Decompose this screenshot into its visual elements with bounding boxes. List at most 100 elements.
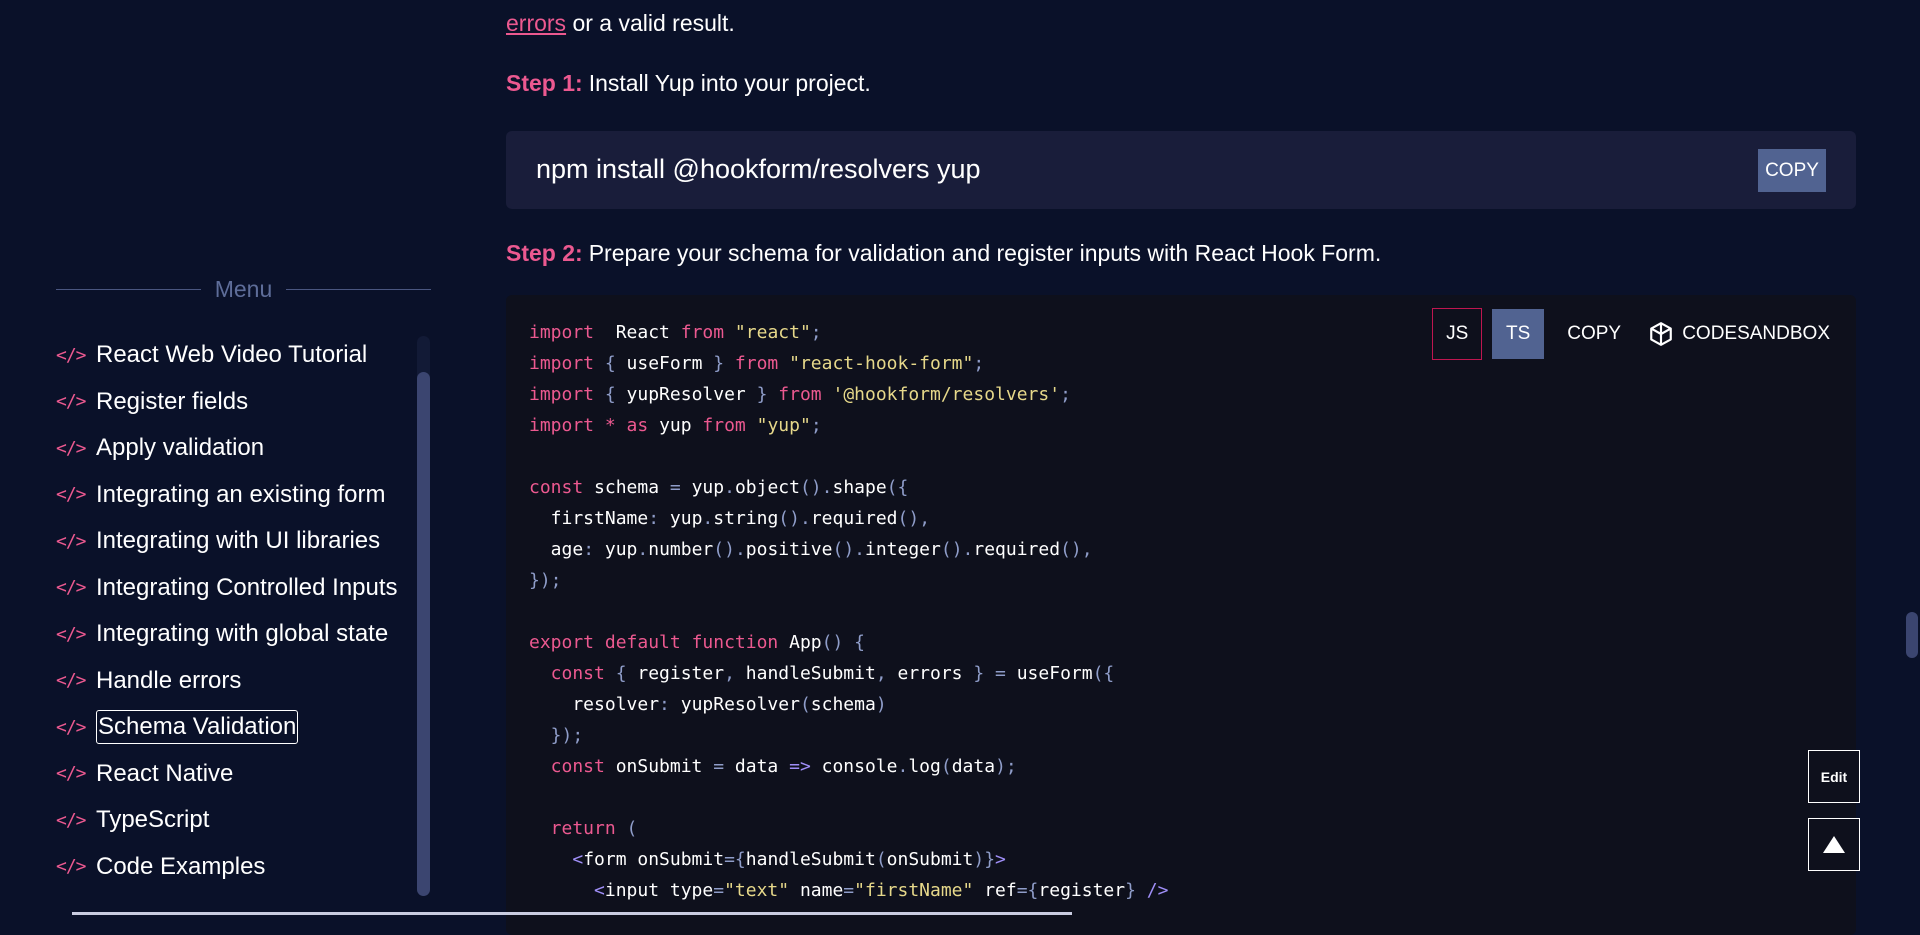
code-token: ({ <box>886 477 909 498</box>
code-block: import React from "react"; import { useFo… <box>506 295 1856 935</box>
codesandbox-label: CODESANDBOX <box>1682 323 1830 344</box>
code-token: string <box>713 508 779 529</box>
code-token: data <box>951 756 996 777</box>
code-token: register <box>637 663 725 684</box>
menu-rule-right <box>286 288 432 290</box>
code-token: onSubmit <box>886 849 974 870</box>
code-token: required <box>973 539 1061 560</box>
sidebar-item[interactable]: </> React Native <box>56 751 416 798</box>
code-line: <form onSubmit={handleSubmit(onSubmit)}> <box>529 844 1168 875</box>
step-2-text: Prepare your schema for validation and r… <box>588 240 1382 266</box>
code-icon: </> <box>56 437 87 459</box>
code-token: )} <box>973 849 996 870</box>
sidebar-item-label: React Native <box>96 759 234 787</box>
js-tab[interactable]: JS <box>1432 308 1483 360</box>
code-line: resolver: yupResolver(schema) <box>529 689 1168 720</box>
sidebar-item[interactable]: </> Integrating an existing form <box>56 472 416 519</box>
sidebar-item-label: Integrating an existing form <box>96 480 386 508</box>
ts-tab[interactable]: TS <box>1492 309 1545 359</box>
code-icon: </> <box>56 763 87 785</box>
code-token: ( <box>940 756 952 777</box>
code-line: const { register, handleSubmit, errors }… <box>529 658 1168 689</box>
code-token: required <box>810 508 898 529</box>
code-token: age <box>529 539 584 560</box>
code-token: ref <box>973 880 1017 901</box>
code-token: import <box>529 384 595 405</box>
code-token: = <box>713 756 725 777</box>
code-token: ( <box>615 818 638 839</box>
code-token: } <box>745 384 779 405</box>
code-icon: </> <box>56 856 87 878</box>
codesandbox-button[interactable]: CODESANDBOX <box>1644 309 1830 359</box>
code-token: App <box>778 632 822 653</box>
code-token: useForm <box>1016 663 1093 684</box>
sidebar-item-label: Apply validation <box>96 434 265 462</box>
copy-install-button[interactable]: COPY <box>1758 149 1826 192</box>
scroll-to-top-button[interactable] <box>1808 818 1860 871</box>
sidebar-item[interactable]: </> Schema Validation <box>56 704 416 751</box>
errors-link[interactable]: errors <box>506 10 566 36</box>
sidebar-item[interactable]: </> React Web Video Tutorial <box>56 332 416 379</box>
code-token: yup <box>659 508 703 529</box>
intro-text: errors or a valid result. <box>506 6 735 40</box>
sidebar-item-label: React Web Video Tutorial <box>96 341 368 369</box>
sidebar-item-label: TypeScript <box>96 806 210 834</box>
code-token: < <box>529 880 605 901</box>
code-token: "react-hook-form" <box>778 353 974 374</box>
code-token: , <box>724 663 746 684</box>
code-token: } = <box>962 663 1017 684</box>
code-token: , <box>875 663 898 684</box>
sidebar-item[interactable]: </> Register fields <box>56 379 416 426</box>
copy-code-button[interactable]: COPY <box>1544 309 1644 359</box>
code-token: ={ <box>1016 880 1039 901</box>
sidebar-item[interactable]: </> Handle errors <box>56 658 416 705</box>
code-token: from <box>734 353 779 374</box>
code-token: const <box>529 477 584 498</box>
sidebar-item[interactable]: </> Integrating with UI libraries <box>56 518 416 565</box>
sidebar-item[interactable]: </> Code Examples <box>56 844 416 891</box>
code-token: number <box>648 539 714 560</box>
code-content: import React from "react"; import { useFo… <box>529 317 1168 906</box>
code-token: (), <box>1060 539 1093 560</box>
code-token: resolver <box>529 694 660 715</box>
code-token: (). <box>713 539 746 560</box>
code-token: < <box>529 849 584 870</box>
code-line: export default function App() { <box>529 627 1168 658</box>
sidebar-item[interactable]: </> TypeScript <box>56 797 416 844</box>
code-token: { <box>594 384 627 405</box>
code-token: => <box>789 756 811 777</box>
code-token: "yup" <box>745 415 811 436</box>
code-line: import { yupResolver } from '@hookform/r… <box>529 379 1168 410</box>
sidebar-item[interactable]: </> Integrating with global state <box>56 611 416 658</box>
sidebar-item-label: Register fields <box>96 387 249 415</box>
code-token: return <box>529 818 616 839</box>
code-line: const onSubmit = data => console.log(dat… <box>529 751 1168 782</box>
page-scrollbar-thumb[interactable] <box>1906 612 1918 658</box>
sidebar-item-label: Integrating with global state <box>96 620 389 648</box>
code-token: "react" <box>724 322 811 343</box>
sidebar-nav: </> React Web Video Tutorial </> Register f… <box>56 332 416 890</box>
step-1-text: Install Yup into your project. <box>588 70 871 96</box>
code-line: }); <box>529 565 1168 596</box>
sidebar-item[interactable]: </> Apply validation <box>56 425 416 472</box>
code-token: (). <box>799 477 833 498</box>
code-line: firstName: yup.string().required(), <box>529 503 1168 534</box>
code-token: export <box>529 632 595 653</box>
sidebar-scrollbar-thumb[interactable] <box>417 372 430 896</box>
arrow-up-icon <box>1823 836 1845 853</box>
code-token: > <box>995 849 1006 870</box>
code-icon: </> <box>56 623 87 645</box>
code-icon: </> <box>56 344 87 366</box>
code-token: onSubmit <box>604 756 714 777</box>
code-token: } <box>702 353 735 374</box>
edit-button[interactable]: Edit <box>1808 750 1860 803</box>
code-token: : <box>659 694 670 715</box>
code-token: yupResolver <box>669 694 800 715</box>
sidebar-item[interactable]: </> Integrating Controlled Inputs <box>56 565 416 612</box>
code-toolbar: JS TS COPY CODESANDBOX <box>1432 308 1830 360</box>
code-line: }); <box>529 720 1168 751</box>
code-line: import React from "react"; <box>529 317 1168 348</box>
code-token: (). <box>832 539 865 560</box>
code-token: = <box>669 477 681 498</box>
